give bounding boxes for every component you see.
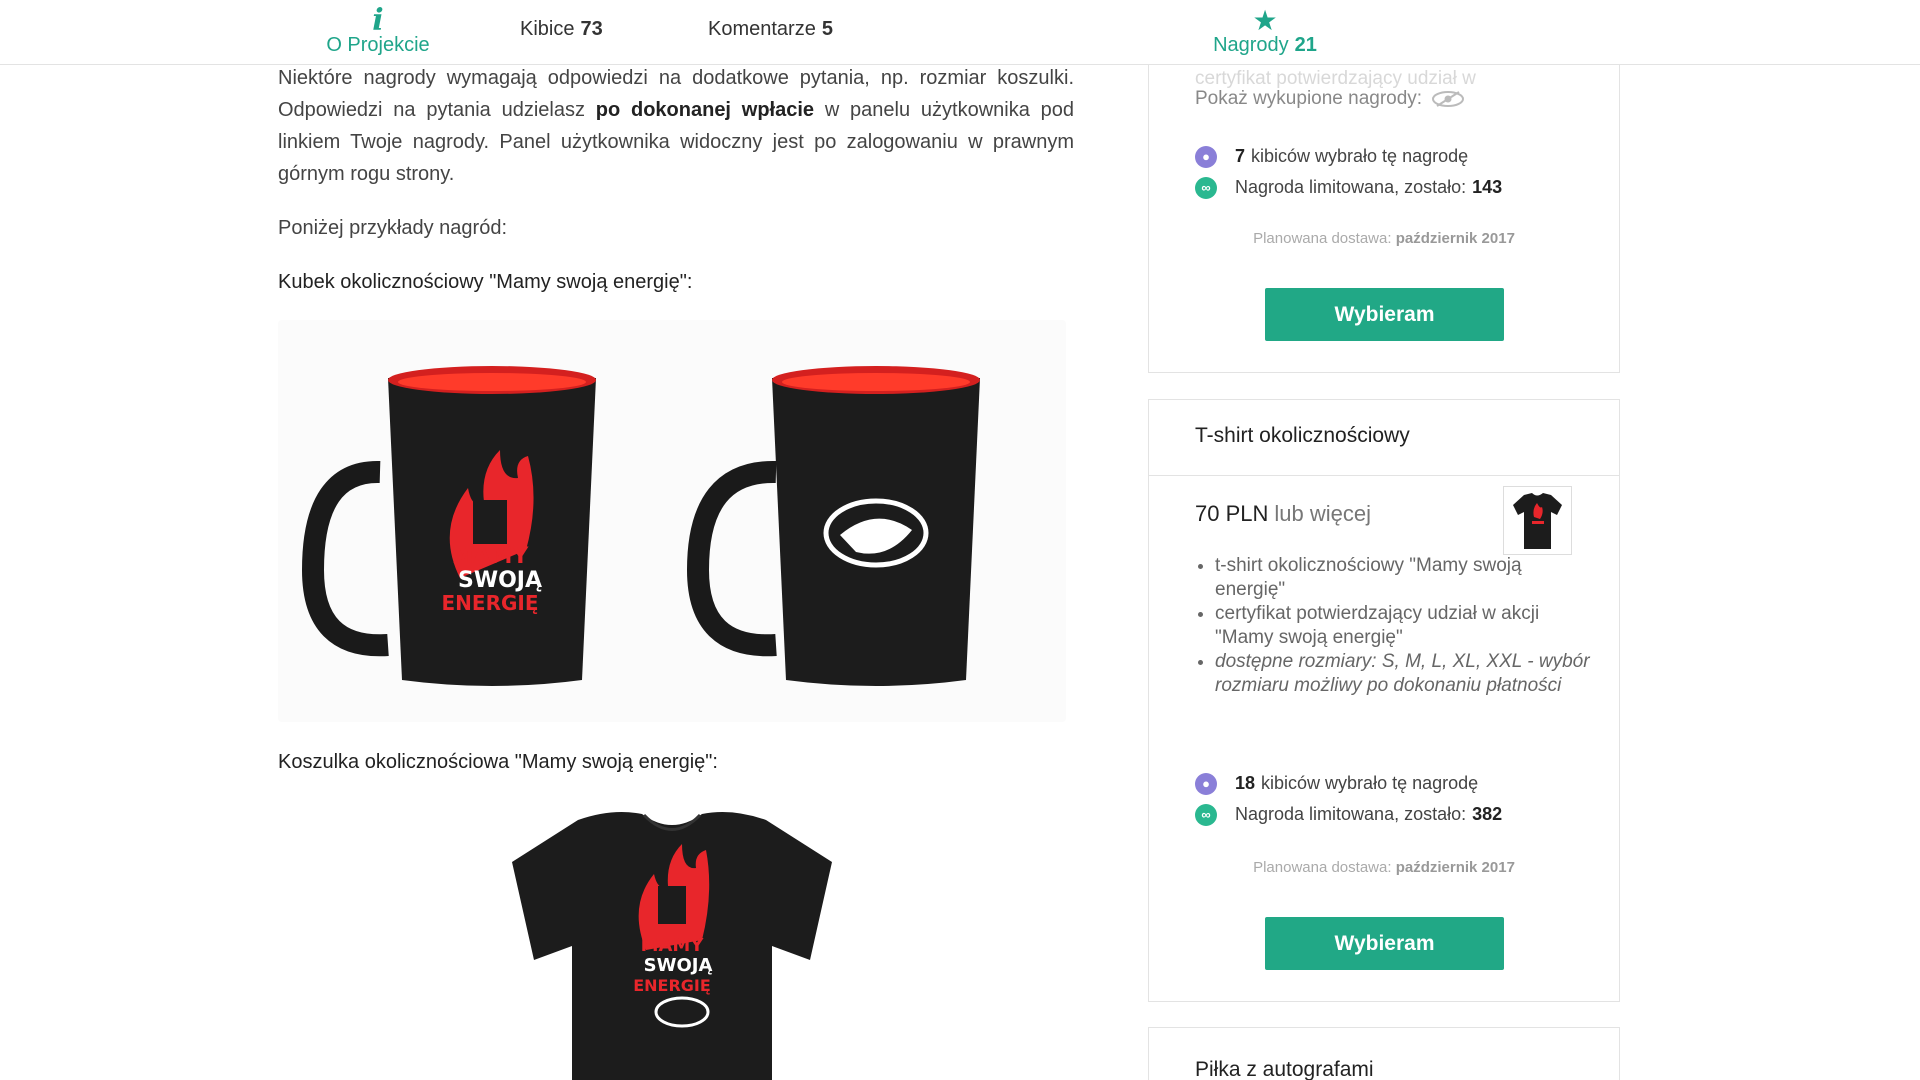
logo-word-swoja: SWOJĄ <box>458 568 542 593</box>
limit-text: Nagroda limitowana, zostało: <box>1235 177 1467 197</box>
mugs-illustration: MAMY SWOJĄ ENERGIĘ <box>301 366 980 686</box>
limit-count: 143 <box>1472 177 1503 197</box>
tab-fans-count: 73 <box>580 18 603 40</box>
fist-logo <box>658 886 686 924</box>
logo-word-mamy: MAMY <box>452 544 530 569</box>
choose-reward-button[interactable]: Wybieram <box>1265 917 1504 970</box>
delivery-label: Planowana dostawa: <box>1253 230 1392 247</box>
supporters-text: kibiców wybrało tę nagrodę <box>1251 146 1469 166</box>
price-suffix: lub więcej <box>1274 501 1371 526</box>
delivery-info: Planowana dostawa: październik 2017 <box>1149 859 1619 876</box>
tab-fans-label: Kibice <box>520 18 575 40</box>
reward-card: T-shirt okolicznościowy 70 PLN lub więcej… <box>1148 399 1620 1002</box>
tab-about-project[interactable]: i O Projekcie <box>322 0 434 65</box>
eye-icon <box>1432 90 1465 107</box>
tab-rewards-label: Nagrody <box>1213 34 1289 56</box>
delivery-info: Planowana dostawa: październik 2017 <box>1149 230 1619 247</box>
perk-item: certyfikat potwierdzający udział w <box>1195 68 1476 89</box>
reward-stats: ● 7 kibiców wybrało tę nagrodę ∞ Nagroda… <box>1195 141 1502 203</box>
logo-word-swoja: SWOJĄ <box>644 955 713 976</box>
tab-rewards-count: 21 <box>1294 34 1317 56</box>
shirt-heading: Koszulka okolicznościowa "Mamy swoją ene… <box>278 751 718 773</box>
reward-thumbnail[interactable] <box>1503 486 1572 555</box>
info-icon: i <box>372 3 384 38</box>
star-icon: ★ <box>1252 5 1278 36</box>
perk-list: t-shirt okolicznościowy "Mamy swoją ener… <box>1215 554 1595 698</box>
project-tabs: i O Projekcie Kibice 73 Komentarze 5 ★ N… <box>0 0 1920 65</box>
mug-handle <box>686 460 777 657</box>
reward-card: certyfikat potwierdzający udział w Pokaż… <box>1148 40 1620 373</box>
reward-title: T-shirt okolicznościowy <box>1149 400 1619 476</box>
infinity-icon: ∞ <box>1195 176 1217 199</box>
delivery-date: październik 2017 <box>1395 230 1515 247</box>
mug-handle <box>301 461 389 657</box>
tab-comments[interactable]: Komentarze 5 <box>708 18 833 41</box>
limit-row: ∞ Nagroda limitowana, zostało: 143 <box>1195 172 1502 203</box>
tshirt-image: MAMY SWOJĄ ENERGIĘ <box>278 800 1066 1080</box>
limit-row: ∞ Nagroda limitowana, zostało: 382 <box>1195 799 1502 830</box>
tab-rewards[interactable]: ★ Nagrody 21 <box>1210 0 1320 65</box>
mug-inner <box>398 373 586 391</box>
tshirt-thumbnail-image <box>1513 493 1562 549</box>
reward-title: Piłka z autografami <box>1195 1058 1374 1080</box>
tab-comments-count: 5 <box>821 18 833 40</box>
project-description: Niektóre nagrody wymagają odpowiedzi na … <box>278 62 1074 1080</box>
supporters-count: 7 <box>1235 146 1246 166</box>
fist-logo <box>473 500 507 544</box>
logo-word-energie: ENERGIĘ <box>442 591 539 615</box>
tab-about-label: O Projekcie <box>326 34 430 56</box>
reward-price: 70 PLN lub więcej <box>1195 501 1371 527</box>
tab-fans[interactable]: Kibice 73 <box>520 18 603 41</box>
supporters-count: 18 <box>1235 773 1256 793</box>
tshirt-illustration: MAMY SWOJĄ ENERGIĘ <box>512 812 832 1080</box>
limit-count: 382 <box>1472 804 1503 824</box>
delivery-label: Planowana dostawa: <box>1253 859 1392 876</box>
examples-intro: Poniżej przykłady nagród: <box>278 217 508 239</box>
logo-word-energie: ENERGIĘ <box>633 976 711 995</box>
paragraph-emphasis: po dokonanej wpłacie <box>595 99 815 121</box>
choose-reward-button[interactable]: Wybieram <box>1265 288 1504 341</box>
logo-word-mamy: MAMY <box>641 935 705 956</box>
limit-text: Nagroda limitowana, zostało: <box>1235 804 1467 824</box>
show-redeemed-toggle[interactable]: Pokaż wykupione nagrody: <box>1195 88 1466 110</box>
supporters-row: ● 7 kibiców wybrało tę nagrodę <box>1195 141 1502 172</box>
reward-card: Piłka z autografami <box>1148 1027 1620 1080</box>
supporters-text: kibiców wybrało tę nagrodę <box>1261 773 1479 793</box>
perk-item: dostępne rozmiary: S, M, L, XL, XXL - wy… <box>1215 650 1595 698</box>
rewards-info-paragraph: Niektóre nagrody wymagają odpowiedzi na … <box>278 62 1074 190</box>
tab-comments-label: Komentarze <box>708 18 816 40</box>
mug-heading: Kubek okolicznościowy "Mamy swoją energi… <box>278 271 693 293</box>
user-icon: ● <box>1195 145 1217 168</box>
delivery-date: październik 2017 <box>1395 859 1515 876</box>
mug-inner <box>782 373 970 391</box>
price-amount: 70 PLN <box>1195 501 1269 526</box>
perk-item: certyfikat potwierdzający udział w akcji… <box>1215 602 1595 650</box>
show-redeemed-label: Pokaż wykupione nagrody: <box>1195 88 1423 109</box>
reward-stats: ● 18 kibiców wybrało tę nagrodę ∞ Nagrod… <box>1195 768 1502 830</box>
infinity-icon: ∞ <box>1195 803 1217 826</box>
mugs-image: MAMY SWOJĄ ENERGIĘ <box>278 320 1066 722</box>
perk-item: t-shirt okolicznościowy "Mamy swoją ener… <box>1215 554 1595 602</box>
user-icon: ● <box>1195 772 1217 795</box>
supporters-row: ● 18 kibiców wybrało tę nagrodę <box>1195 768 1502 799</box>
